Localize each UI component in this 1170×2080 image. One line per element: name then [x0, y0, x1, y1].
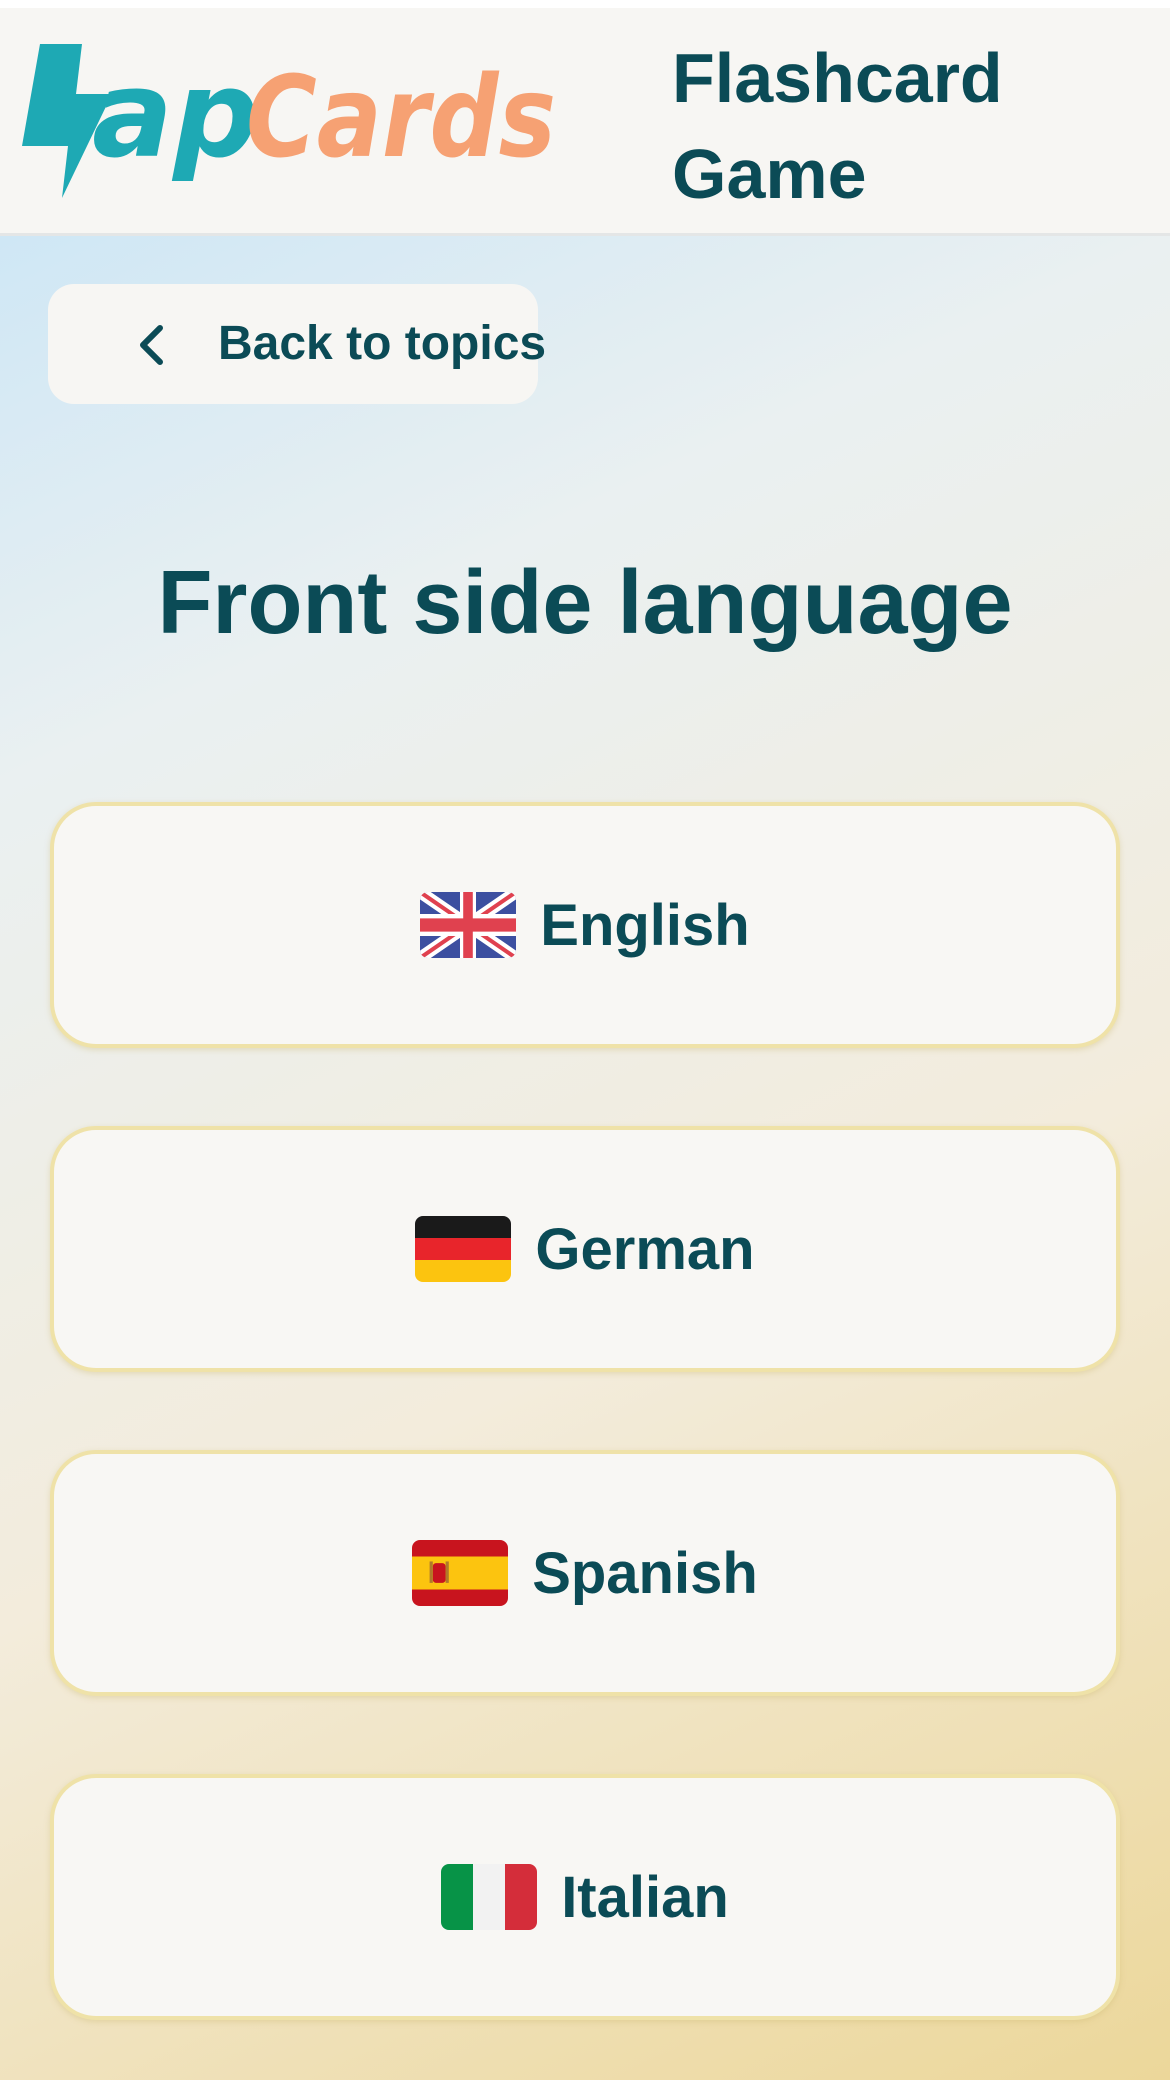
top-bar: ap Cards Flashcard Game — [0, 0, 1170, 236]
language-option-german[interactable]: German — [50, 1126, 1120, 1372]
zapcards-logo[interactable]: ap Cards — [22, 36, 562, 206]
language-option-spanish[interactable]: Spanish — [50, 1450, 1120, 1696]
language-label: English — [540, 892, 750, 958]
language-option-english[interactable]: English — [50, 802, 1120, 1048]
language-label: Italian — [561, 1864, 729, 1930]
app-title: Flashcard Game — [672, 39, 1003, 213]
chevron-left-icon — [140, 325, 163, 365]
language-option-italian[interactable]: Italian — [50, 1774, 1120, 2020]
italy-flag-icon — [441, 1864, 538, 1930]
svg-text:ap: ap — [92, 46, 259, 185]
back-button-label: Back to topics — [218, 317, 547, 370]
uk-flag-icon — [420, 892, 517, 958]
germany-flag-icon — [415, 1216, 512, 1282]
page-title: Front side language — [157, 553, 1013, 653]
spain-flag-icon — [412, 1540, 509, 1606]
language-label: Spanish — [532, 1540, 758, 1606]
language-label: German — [535, 1216, 755, 1282]
back-to-topics-button[interactable]: Back to topics — [48, 284, 546, 404]
svg-text:Cards: Cards — [246, 53, 556, 183]
